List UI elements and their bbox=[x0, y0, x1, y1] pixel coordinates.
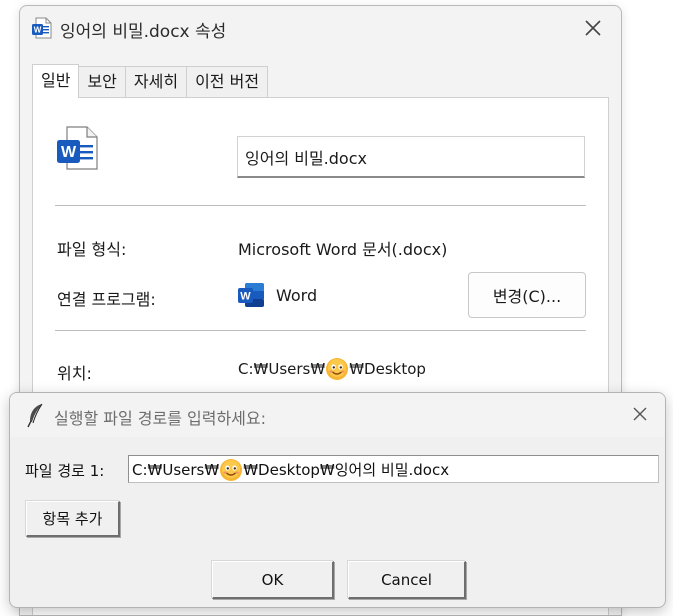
svg-text:W: W bbox=[34, 26, 42, 35]
change-button[interactable]: 변경(C)... bbox=[468, 272, 586, 318]
location-prefix: C:₩Users₩ bbox=[238, 360, 326, 378]
location-label: 위치: bbox=[57, 364, 92, 383]
path-input-dialog: 실행할 파일 경로를 입력하세요: 파일 경로 1: C:₩Users₩ ₩De… bbox=[9, 392, 666, 608]
tab-details[interactable]: 자세히 bbox=[124, 66, 188, 98]
file-name-input[interactable]: 잉어의 비밀.docx bbox=[237, 136, 585, 178]
properties-titlebar[interactable]: W 잉어의 비밀.docx 속성 bbox=[20, 6, 621, 50]
word-document-icon: W bbox=[32, 17, 52, 39]
path-prefix: C:₩Users₩ bbox=[132, 461, 220, 479]
dialog-titlebar[interactable]: 실행할 파일 경로를 입력하세요: bbox=[10, 393, 665, 437]
path-suffix: ₩Desktop₩잉어의 비밀.docx bbox=[243, 461, 450, 479]
tab-previous-versions[interactable]: 이전 버전 bbox=[186, 66, 269, 98]
add-item-button[interactable]: 항목 추가 bbox=[26, 501, 120, 537]
word-document-icon: W bbox=[57, 126, 98, 170]
word-app-icon: W bbox=[238, 283, 264, 307]
tab-general[interactable]: 일반 bbox=[32, 64, 80, 98]
open-with-app-name: Word bbox=[276, 286, 318, 305]
window-title: 잉어의 비밀.docx 속성 bbox=[60, 22, 227, 42]
location-value: C:₩Users₩ ₩Desktop bbox=[238, 358, 426, 380]
file-type-label: 파일 형식: bbox=[57, 240, 127, 259]
svg-text:W: W bbox=[240, 291, 251, 303]
open-with-label: 연결 프로그램: bbox=[57, 290, 156, 309]
divider bbox=[55, 205, 586, 206]
close-icon[interactable] bbox=[581, 16, 605, 40]
dialog-title: 실행할 파일 경로를 입력하세요: bbox=[54, 409, 267, 428]
svg-text:W: W bbox=[61, 144, 77, 161]
close-icon[interactable] bbox=[629, 403, 651, 425]
tab-bar: 일반 보안 자세히 이전 버전 bbox=[32, 64, 269, 98]
divider bbox=[55, 330, 586, 331]
ok-button[interactable]: OK bbox=[212, 561, 334, 599]
file-type-value: Microsoft Word 문서(.docx) bbox=[238, 240, 448, 259]
tab-security[interactable]: 보안 bbox=[78, 66, 126, 98]
smiling-face-emoji-icon bbox=[220, 459, 243, 481]
cancel-button[interactable]: Cancel bbox=[348, 561, 466, 599]
location-suffix: ₩Desktop bbox=[349, 360, 426, 378]
path-label: 파일 경로 1: bbox=[25, 462, 105, 480]
smiling-face-emoji-icon bbox=[326, 358, 349, 380]
path-input[interactable]: C:₩Users₩ ₩Desktop₩잉어의 비밀.docx bbox=[128, 455, 659, 483]
feather-icon bbox=[27, 403, 43, 428]
